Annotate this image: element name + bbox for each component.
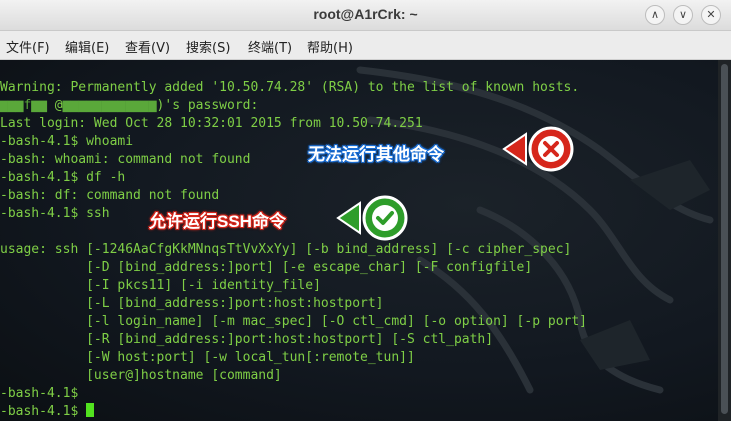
terminal-line: [-I pkcs11] [-i identity_file] (0, 278, 321, 293)
menu-terminal[interactable]: 终端(T) (248, 37, 292, 56)
menu-file[interactable]: 文件(F) (6, 37, 50, 56)
window-title: root@A1rCrk: ~ (313, 6, 418, 22)
redacted-host: ▆▆▆▆▆▆▆▆▆▆▆▆ (62, 98, 157, 113)
menu-bar: 文件(F) 编辑(E) 查看(V) 搜索(S) 终端(T) 帮助(H) (0, 31, 731, 60)
maximize-button[interactable]: ∨ (673, 5, 693, 25)
terminal-line: Warning: Permanently added '10.50.74.28'… (0, 80, 580, 95)
terminal-line: -bash-4.1$ whoami (0, 134, 134, 149)
password-prompt-line: ▆▆▆f▆▆ @▆▆▆▆▆▆▆▆▆▆▆▆)'s password: (0, 98, 259, 113)
blocked-note: 无法运行其他命令 (308, 145, 444, 164)
menu-help[interactable]: 帮助(H) (307, 37, 353, 56)
terminal-output: Warning: Permanently added '10.50.74.28'… (0, 79, 587, 421)
terminal-area[interactable]: Warning: Permanently added '10.50.74.28'… (0, 60, 718, 421)
menu-view[interactable]: 查看(V) (125, 37, 170, 56)
terminal-line: usage: ssh [-1246AaCfgKkMNnqsTtVvXxYy] [… (0, 242, 572, 257)
terminal-line: [user@]hostname [command] (0, 368, 282, 383)
menu-search[interactable]: 搜索(S) (186, 37, 230, 56)
terminal-line: [-R [bind_address:]port:host:hostport] [… (0, 332, 494, 347)
terminal-line: [-l login_name] [-m mac_spec] [-O ctl_cm… (0, 314, 587, 329)
terminal-line: [-L [bind_address:]port:host:hostport] (0, 296, 384, 311)
allowed-note: 允许运行SSH命令 (149, 212, 286, 231)
terminal-line: [-D [bind_address:]port] [-e escape_char… (0, 260, 533, 275)
redacted-user: ▆▆▆f▆▆ (0, 98, 55, 113)
x-circle-icon (502, 126, 574, 172)
close-button[interactable]: ✕ (701, 5, 721, 25)
terminal-line: -bash-4.1$ (0, 386, 79, 401)
text-cursor (86, 403, 95, 417)
check-circle-icon (336, 195, 408, 241)
menu-edit[interactable]: 编辑(E) (65, 37, 109, 56)
terminal-line: -bash: df: command not found (0, 188, 220, 203)
terminal-line: Last login: Wed Oct 28 10:32:01 2015 fro… (0, 116, 423, 131)
terminal-line: -bash-4.1$ df -h (0, 170, 126, 185)
title-bar[interactable]: root@A1rCrk: ~ ∧ ∨ ✕ (0, 0, 731, 31)
prompt-line[interactable]: -bash-4.1$ (0, 403, 587, 421)
terminal-line: [-W host:port] [-w local_tun[:remote_tun… (0, 350, 415, 365)
terminal-line: -bash: whoami: command not found (0, 152, 251, 167)
terminal-line: -bash-4.1$ ssh (0, 206, 110, 221)
scrollbar-thumb[interactable] (721, 64, 728, 414)
minimize-button[interactable]: ∧ (645, 5, 665, 25)
vertical-scrollbar[interactable] (718, 60, 731, 421)
terminal-window: root@A1rCrk: ~ ∧ ∨ ✕ 文件(F) 编辑(E) 查看(V) 搜… (0, 0, 731, 421)
